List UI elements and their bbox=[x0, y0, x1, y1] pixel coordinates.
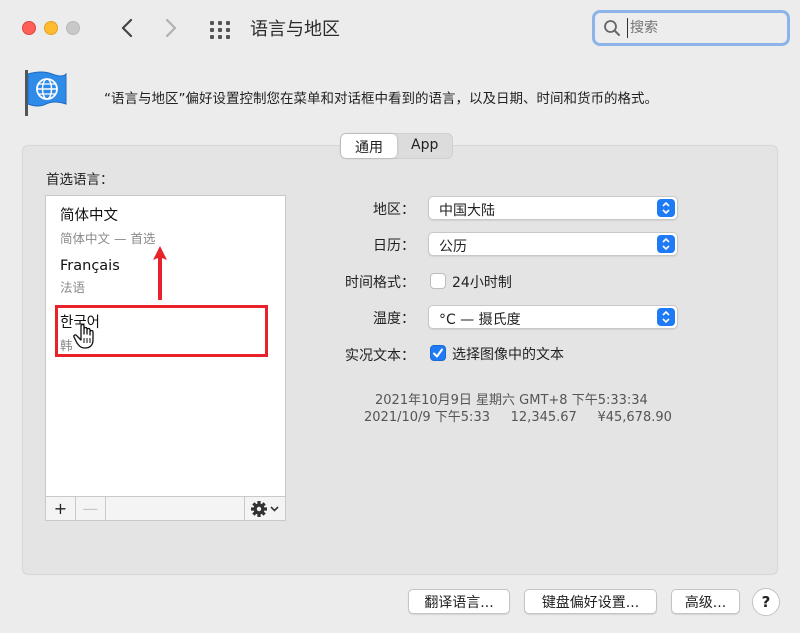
search-field[interactable] bbox=[592, 10, 790, 46]
hand-cursor-icon bbox=[73, 323, 94, 349]
language-name: 简体中文 bbox=[60, 208, 118, 224]
time-24h-label[interactable]: 24小时制 bbox=[452, 272, 512, 292]
temperature-popup[interactable]: °C — 摄氏度 bbox=[428, 305, 678, 329]
region-popup[interactable]: 中国大陆 bbox=[428, 196, 678, 220]
chevron-left-icon bbox=[121, 18, 133, 38]
minimize-window-button[interactable] bbox=[44, 21, 58, 35]
keyboard-preferences-button[interactable]: 键盘偏好设置... bbox=[524, 589, 657, 614]
show-all-button[interactable] bbox=[208, 17, 232, 41]
search-icon bbox=[604, 20, 620, 36]
remove-language-button[interactable]: — bbox=[76, 497, 106, 520]
close-window-button[interactable] bbox=[22, 21, 36, 35]
live-text-checkbox[interactable] bbox=[430, 345, 446, 361]
tab-general[interactable]: 通用 bbox=[341, 134, 397, 158]
live-text-option-label[interactable]: 选择图像中的文本 bbox=[452, 344, 564, 364]
region-label: 地区： bbox=[373, 202, 415, 218]
gear-icon bbox=[251, 500, 279, 517]
window-title: 语言与地区 bbox=[250, 19, 340, 40]
time-format-label: 时间格式： bbox=[345, 275, 415, 291]
translation-languages-button[interactable]: 翻译语言... bbox=[408, 589, 510, 614]
calendar-popup[interactable]: 公历 bbox=[428, 232, 678, 256]
popup-arrows-icon bbox=[657, 235, 675, 253]
language-subtitle: 法语 bbox=[60, 280, 86, 295]
time-24h-checkbox[interactable] bbox=[430, 273, 446, 289]
search-input[interactable] bbox=[627, 18, 777, 38]
language-item-chinese[interactable]: 简体中文 简体中文 — 首选 bbox=[60, 204, 155, 247]
sample-date-short: 2021/10/9 下午5:33 12,345.67 ¥45,678.90 bbox=[364, 410, 672, 425]
pane-description: “语言与地区”偏好设置控制您在菜单和对话框中看到的语言，以及日期、时间和货币的格… bbox=[104, 91, 658, 107]
language-subtitle: 简体中文 — 首选 bbox=[60, 231, 156, 246]
back-button[interactable] bbox=[116, 14, 138, 42]
tab-bar: 通用 App bbox=[340, 133, 454, 159]
popup-arrows-icon bbox=[657, 199, 675, 217]
title-bar: 语言与地区 bbox=[0, 0, 800, 58]
checkmark-icon bbox=[433, 348, 443, 358]
add-language-button[interactable]: + bbox=[46, 497, 76, 520]
live-text-label: 实况文本： bbox=[345, 348, 415, 364]
language-list-toolbar: + — bbox=[45, 496, 286, 521]
tab-apps[interactable]: App bbox=[397, 134, 452, 158]
calendar-value: 公历 bbox=[439, 239, 467, 255]
grid-icon bbox=[210, 21, 230, 39]
globe-flag-icon bbox=[22, 68, 68, 118]
calendar-label: 日历： bbox=[373, 238, 415, 254]
temperature-value: °C — 摄氏度 bbox=[439, 312, 521, 328]
forward-button[interactable] bbox=[160, 14, 182, 42]
help-button[interactable]: ? bbox=[752, 588, 780, 616]
action-menu-button[interactable] bbox=[245, 497, 285, 520]
chevron-right-icon bbox=[165, 18, 177, 38]
preferred-languages-label: 首选语言： bbox=[46, 172, 114, 188]
zoom-window-button[interactable] bbox=[66, 21, 80, 35]
popup-arrows-icon bbox=[657, 308, 675, 326]
language-name: Français bbox=[60, 258, 120, 274]
temperature-label: 温度： bbox=[373, 311, 415, 327]
annotation-arrow-icon bbox=[153, 246, 167, 300]
advanced-button[interactable]: 高级... bbox=[671, 589, 740, 614]
region-value: 中国大陆 bbox=[439, 203, 495, 219]
language-item-french[interactable]: Français 法语 bbox=[60, 258, 120, 296]
